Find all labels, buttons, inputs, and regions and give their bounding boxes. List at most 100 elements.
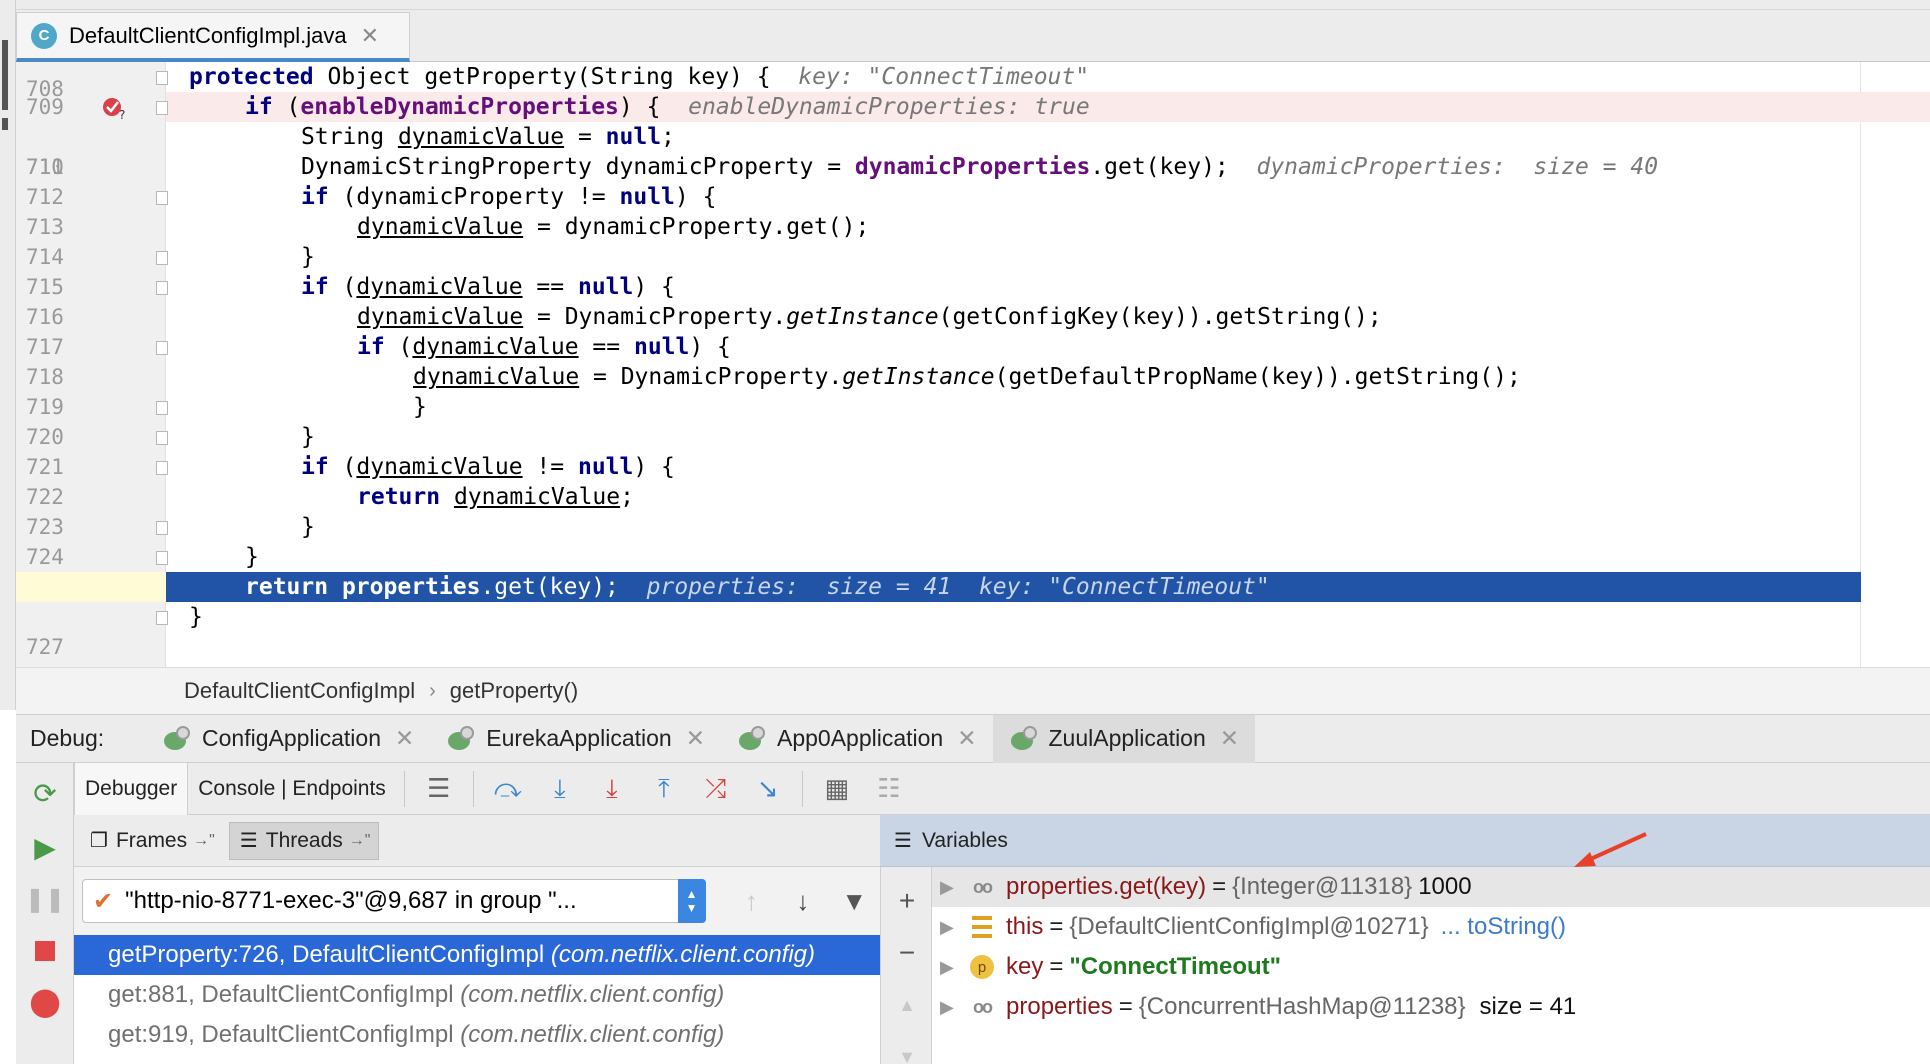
move-up-icon[interactable]: ▲: [881, 985, 933, 1025]
frame-row[interactable]: getProperty:726, DefaultClientConfigImpl…: [74, 935, 880, 975]
close-icon[interactable]: ✕: [361, 23, 379, 49]
run-tab-zuulapplication[interactable]: ZuulApplication ✕: [992, 714, 1256, 763]
threads-icon: ☰: [239, 830, 258, 852]
run-to-cursor-icon[interactable]: ↘: [742, 763, 794, 815]
tab-console-endpoints[interactable]: Console | Endpoints: [188, 763, 396, 815]
editor-tab-defaultclientconfigimpl[interactable]: C DefaultClientConfigImpl.java ✕: [16, 12, 410, 62]
step-into-icon[interactable]: ⤓: [534, 763, 586, 815]
force-step-into-icon[interactable]: ⤓: [586, 763, 638, 815]
drop-frame-icon[interactable]: ⤮: [690, 763, 742, 815]
project-tool-strip[interactable]: [0, 0, 16, 710]
code-line[interactable]: 728: [16, 632, 1930, 667]
code-line[interactable]: 714 dynamicValue = dynamicProperty.get()…: [16, 212, 1930, 269]
code-line[interactable]: 712 DynamicStringProperty dynamicPropert…: [16, 152, 1930, 209]
pin-icon[interactable]: →": [349, 832, 371, 850]
breadcrumb-class[interactable]: DefaultClientConfigImpl: [184, 678, 415, 704]
step-out-icon[interactable]: ⤒: [638, 763, 690, 815]
fold-marker[interactable]: [156, 71, 168, 85]
run-tab-app0application[interactable]: App0Application ✕: [721, 715, 993, 763]
step-over-icon[interactable]: ⤼: [482, 763, 534, 815]
variables-header: ☰ Variables: [880, 815, 1930, 867]
frame-row[interactable]: get:881, DefaultClientConfigImpl (com.ne…: [74, 975, 880, 1015]
frames-list: getProperty:726, DefaultClientConfigImpl…: [74, 935, 880, 1064]
fold-marker[interactable]: [156, 401, 168, 415]
watch-glasses-icon: oo: [973, 876, 993, 897]
code-line[interactable]: 721 }: [16, 422, 1930, 479]
run-tab-configapplication[interactable]: ConfigApplication ✕: [146, 715, 430, 763]
annotation-arrow: [1574, 832, 1647, 867]
run-tab-eurekaapplication[interactable]: EurekaApplication ✕: [430, 715, 721, 763]
fold-marker[interactable]: [156, 341, 168, 355]
variable-row[interactable]: ▶ this = {DefaultClientConfigImpl@10271}…: [932, 907, 1930, 947]
fold-marker[interactable]: [156, 521, 168, 535]
code-line[interactable]: 723 return dynamicValue;: [16, 482, 1930, 539]
fold-marker[interactable]: [156, 251, 168, 265]
tab-debugger[interactable]: Debugger: [74, 762, 189, 815]
execution-point-line[interactable]: 726 return properties.get(key); properti…: [16, 572, 1930, 667]
fold-marker[interactable]: [156, 551, 168, 565]
close-icon[interactable]: ✕: [686, 725, 705, 752]
arrow-down-icon[interactable]: ↓: [777, 879, 828, 923]
trace-icon[interactable]: ☷: [863, 763, 915, 815]
code-line[interactable]: 715 }: [16, 242, 1930, 299]
code-line[interactable]: 717 dynamicValue = DynamicProperty.getIn…: [16, 302, 1930, 359]
thread-select[interactable]: ✔ "http-nio-8771-exec-3"@9,687 in group …: [82, 879, 706, 923]
fold-marker[interactable]: [156, 191, 168, 205]
code-line[interactable]: 724 }: [16, 512, 1930, 569]
add-watch-icon[interactable]: +: [881, 881, 933, 921]
expand-icon[interactable]: ▶: [940, 917, 964, 938]
code-line[interactable]: 727 }: [16, 602, 1930, 659]
expand-icon[interactable]: ▶: [940, 957, 964, 978]
code-line[interactable]: 725 }: [16, 542, 1930, 599]
fold-marker[interactable]: [156, 281, 168, 295]
spring-boot-app-icon: [164, 725, 194, 752]
svg-text:?: ?: [119, 108, 125, 119]
filter-icon[interactable]: ▼: [829, 879, 880, 923]
remove-watch-icon[interactable]: −: [881, 933, 933, 973]
code-line[interactable]: 716 if (dynamicValue == null) {: [16, 272, 1930, 329]
rerun-icon[interactable]: ⟳: [29, 777, 61, 809]
fold-marker[interactable]: [156, 611, 168, 625]
expand-icon[interactable]: ▶: [940, 997, 964, 1018]
tab-frames[interactable]: ❐ Frames →": [80, 822, 223, 860]
show-execution-point-icon[interactable]: ☰: [413, 763, 465, 815]
move-down-icon[interactable]: ▼: [881, 1037, 933, 1064]
fold-marker[interactable]: [156, 461, 168, 475]
variable-row[interactable]: ▶ oo properties = {ConcurrentHashMap@112…: [932, 987, 1930, 1027]
fold-marker[interactable]: [156, 101, 168, 115]
variable-row[interactable]: ▶ p key = "ConnectTimeout": [932, 947, 1930, 987]
tostring-link[interactable]: ... toString(): [1441, 913, 1566, 941]
breakpoint-icon[interactable]: ?: [102, 95, 126, 119]
close-icon[interactable]: ✕: [1220, 725, 1239, 752]
frame-row[interactable]: get:919, DefaultClientConfigImpl (com.ne…: [74, 1015, 880, 1055]
code-line[interactable]: 720 }: [16, 392, 1930, 449]
breadcrumb-method[interactable]: getProperty(): [450, 678, 578, 704]
checkmark-icon: ✔: [93, 887, 114, 915]
code-line[interactable]: 722 if (dynamicValue != null) {: [16, 452, 1930, 509]
inline-value-hint: properties: size = 41 key: "ConnectTimeo…: [646, 574, 1270, 600]
code-line[interactable]: 711 String dynamicValue = null;: [16, 122, 1930, 179]
variable-row[interactable]: ▶ oo properties.get(key) = {Integer@1131…: [932, 867, 1930, 907]
tab-threads[interactable]: ☰ Threads →": [228, 821, 380, 860]
pin-icon[interactable]: →": [193, 832, 215, 850]
resume-icon[interactable]: ▶: [29, 831, 61, 863]
close-icon[interactable]: ✕: [957, 725, 976, 752]
fold-marker[interactable]: [156, 431, 168, 445]
arrow-up-icon[interactable]: ↑: [726, 879, 777, 923]
debugger-toolbar: Debugger Console | Endpoints ☰ ⤼ ⤓ ⤓ ⤒ ⤮…: [74, 762, 1930, 815]
code-line[interactable]: 718 if (dynamicValue == null) {: [16, 332, 1930, 389]
stop-icon[interactable]: [29, 935, 61, 967]
code-editor[interactable]: 708 709 protected Object getProperty(Str…: [16, 62, 1930, 667]
breakpoint-line[interactable]: 710 ? if (enableDynamicProperties) { ena…: [16, 92, 1930, 179]
evaluate-icon[interactable]: ▦: [811, 763, 863, 815]
code-line[interactable]: 713 if (dynamicProperty != null) {: [16, 182, 1930, 239]
code-line[interactable]: 709 protected Object getProperty(String …: [16, 62, 1930, 119]
expand-icon[interactable]: ▶: [940, 877, 964, 898]
view-breakpoints-icon[interactable]: ⬤: [29, 985, 61, 1017]
editor-tab-bar: C DefaultClientConfigImpl.java ✕: [16, 0, 1930, 62]
select-stepper-icon[interactable]: ▲ ▼: [677, 879, 706, 923]
pause-icon[interactable]: ❚❚: [25, 883, 65, 915]
close-icon[interactable]: ✕: [395, 725, 414, 752]
debug-run-tabs: Debug: ConfigApplication ✕ EurekaApplica…: [16, 714, 1930, 763]
code-line[interactable]: 719 dynamicValue = DynamicProperty.getIn…: [16, 362, 1930, 419]
